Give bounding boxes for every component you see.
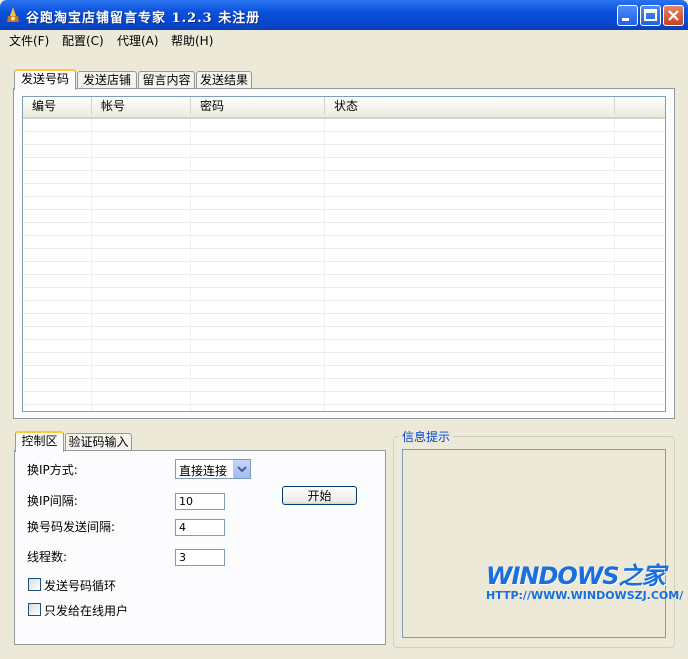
close-button[interactable] [663,5,684,26]
info-textarea[interactable] [402,449,666,638]
ip-mode-label: 换IP方式: [27,463,78,477]
maximize-button[interactable] [640,5,661,26]
menu-file[interactable]: 文件(F) [9,32,49,49]
menu-help[interactable]: 帮助(H) [171,32,213,49]
ip-interval-label: 换IP间隔: [27,494,78,508]
dropdown-button[interactable] [233,460,250,478]
column-header-status[interactable]: 状态 [325,97,615,115]
tab-control-area[interactable]: 控制区 [15,431,64,452]
column-divider [324,119,325,411]
accounts-table[interactable]: 编号 帐号 密码 状态 [22,96,666,412]
menu-bar: 文件(F) 配置(C) 代理(A) 帮助(H) [0,30,688,49]
column-divider [614,119,615,411]
watermark-url: HTTP://WWW.WINDOWSZJ.COM/ [486,589,684,602]
send-interval-label: 换号码发送间隔: [27,520,116,534]
title-bar[interactable]: 谷跑淘宝店铺留言专家 1.2.3 未注册 [0,0,688,30]
maximize-icon [644,9,657,21]
table-body[interactable] [23,119,665,411]
watermark-logo: WINDOWS之家 [486,562,666,590]
send-interval-input[interactable]: 4 [175,519,225,536]
tab-send-shops[interactable]: 发送店铺 [77,71,137,89]
tab-captcha-input[interactable]: 验证码输入 [65,433,132,451]
loop-numbers-label[interactable]: 发送号码循环 [44,577,116,594]
ip-interval-input[interactable]: 10 [175,493,225,510]
minimize-button[interactable] [617,5,638,26]
column-header-account[interactable]: 帐号 [92,97,191,115]
tab-message-content[interactable]: 留言内容 [138,71,195,89]
online-only-label[interactable]: 只发给在线用户 [44,602,128,619]
start-button[interactable]: 开始 [282,486,357,505]
menu-proxy[interactable]: 代理(A) [117,32,159,49]
threads-label: 线程数: [27,550,68,564]
minimize-icon [622,18,629,21]
threads-input[interactable]: 3 [175,549,225,566]
ip-mode-value: 直接连接 [179,464,228,478]
loop-numbers-checkbox[interactable] [28,578,41,591]
menu-config[interactable]: 配置(C) [62,32,104,49]
info-group-title: 信息提示 [399,428,454,445]
close-icon [668,10,679,21]
column-divider [190,119,191,411]
tab-send-numbers[interactable]: 发送号码 [14,69,76,90]
ip-mode-select[interactable]: 直接连接 [175,459,251,479]
chevron-down-icon [237,466,247,473]
column-header-password[interactable]: 密码 [191,97,325,115]
window-title: 谷跑淘宝店铺留言专家 1.2.3 未注册 [26,11,261,26]
online-only-checkbox[interactable] [28,603,41,616]
app-icon [7,7,19,22]
column-divider [91,119,92,411]
column-header-id[interactable]: 编号 [23,97,92,115]
table-header: 编号 帐号 密码 状态 [23,97,665,119]
tab-send-results[interactable]: 发送结果 [196,71,252,89]
